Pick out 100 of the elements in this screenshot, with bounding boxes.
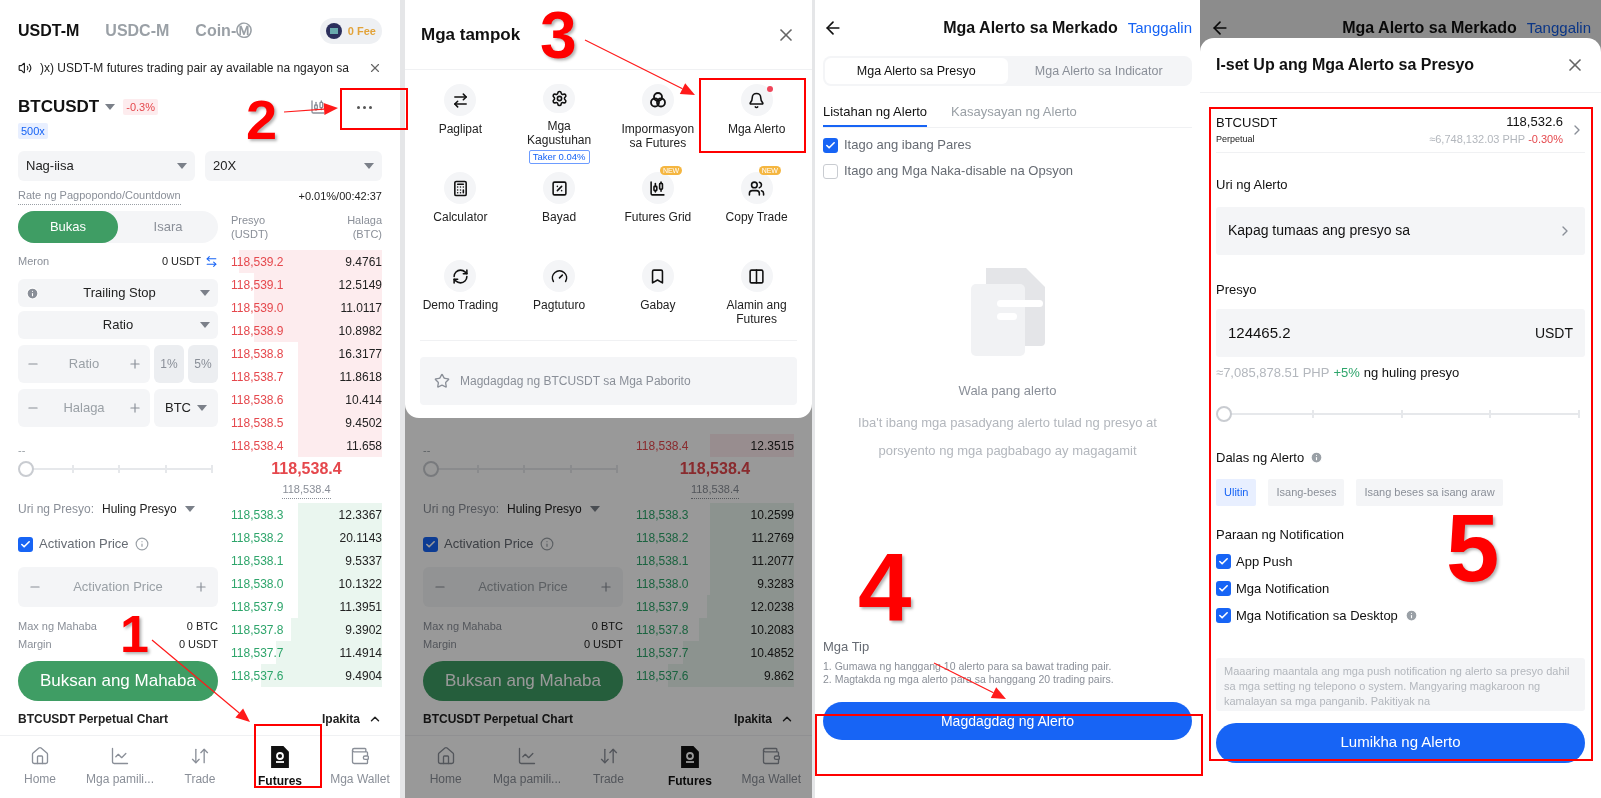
checkbox[interactable]	[1216, 608, 1231, 623]
activation-price-field[interactable]: Activation Price	[18, 567, 218, 607]
unit-label: USDT	[1534, 323, 1573, 343]
checkbox[interactable]	[1216, 554, 1231, 569]
amount-cell-text: 10.414	[345, 391, 382, 409]
checkbox[interactable]	[1216, 581, 1231, 596]
refresh-icon	[451, 267, 469, 285]
coin-icon	[325, 23, 342, 39]
amount-cell-text: 11.2077	[751, 552, 794, 570]
amount-cell-text: 9.5337	[345, 552, 382, 570]
frequency-option[interactable]: Ulitin	[1216, 479, 1257, 506]
activation-price-input[interactable]: Activation Price	[42, 577, 194, 597]
empty-title: Wala pang alerto	[957, 382, 1058, 400]
amount-cell-text: 11.4914	[339, 644, 382, 662]
slider-thumb[interactable]	[18, 461, 34, 477]
price-type-dropdown[interactable]: Huling Presyo	[507, 500, 600, 518]
pair-row[interactable]: BTCUSDT Perpetual 118,532.6 ≈6,748,132.03 PHP -0.30%	[1216, 113, 1585, 153]
field-label: Presyo	[1216, 280, 1258, 299]
step-number: 1	[120, 608, 149, 660]
field-label: Dalas ng Alerto	[1216, 448, 1305, 467]
checkbox[interactable]	[823, 137, 838, 153]
converted-price: ≈7,085,878.51 PHP	[1216, 364, 1330, 382]
margin-label: Margin	[423, 636, 457, 652]
create-alert-button[interactable]: Lumikha ng Alerto	[1216, 722, 1585, 763]
pair-symbol: BTCUSDT	[1216, 114, 1278, 132]
feature-item[interactable]: Pagtuturo	[509, 252, 609, 340]
check-icon	[1218, 583, 1229, 594]
step-number: 4	[858, 540, 912, 636]
tips-title: Mga Tip	[823, 637, 871, 656]
slider-thumb[interactable]	[423, 461, 439, 477]
price-field[interactable]: 124465.2 USDT	[1216, 309, 1585, 357]
list-tab[interactable]: Listahan ng Alerto	[823, 98, 928, 127]
amount-input[interactable]: Halaga	[40, 398, 128, 418]
check-icon	[1218, 556, 1229, 567]
amount-cell-text: 16.3177	[338, 345, 382, 363]
sheet-title: Mga tampok	[421, 23, 521, 46]
feature-item[interactable]: Mga Alerto	[707, 76, 806, 164]
feature-item[interactable]: Gabay	[608, 252, 708, 340]
caret-icon	[200, 322, 210, 328]
mode-dropdown[interactable]: Ratio	[18, 311, 218, 339]
nav-tab[interactable]: Futures	[240, 746, 320, 790]
check-icon	[425, 538, 436, 550]
amount-cell-text: 9.4761	[345, 253, 382, 271]
nav-tab[interactable]: Futures	[649, 746, 731, 790]
candlestick-icon[interactable]	[310, 99, 326, 115]
market-tab[interactable]: USDT-M	[18, 19, 80, 43]
segment-tab[interactable]: Mga Alerto sa Presyo	[825, 58, 1008, 84]
price-cell-text: 118,538.6	[231, 391, 284, 409]
order-type-dropdown[interactable]: Trailing Stop	[18, 279, 218, 307]
checkbox[interactable]	[18, 536, 33, 552]
slider-thumb[interactable]	[1216, 405, 1232, 422]
show-chart-toggle[interactable]: Ipakita	[734, 710, 794, 728]
alert-type-select[interactable]: Kapag tumaas ang presyo sa	[1216, 206, 1585, 255]
symbol-selector[interactable]: BTCUSDT	[18, 94, 116, 120]
feature-item[interactable]: Calculator	[411, 164, 510, 252]
amount-cell-text: 9.4904	[345, 667, 382, 685]
show-chart-toggle[interactable]: Ipakita	[322, 710, 382, 728]
caret-icon	[184, 506, 195, 512]
amount-cell-text: 12.3367	[338, 506, 382, 524]
feature-item[interactable]: Mga Kagustuhan Taker 0.04%	[509, 76, 609, 164]
feature-item[interactable]: Bayad	[509, 164, 609, 252]
price-cell-text: 118,538.0	[636, 575, 689, 593]
amount-cell-text: 12.0238	[750, 598, 794, 616]
add-alert-button[interactable]: Magdagdag ng Alerto	[823, 702, 1192, 740]
ratio-input[interactable]: Ratio	[40, 354, 128, 374]
pair-price: 118,532.6	[1506, 112, 1563, 131]
price-cell-text: 118,537.8	[636, 621, 689, 639]
bell-icon	[748, 91, 766, 109]
price-cell-text: 118,538.7	[231, 368, 284, 386]
check-icon	[20, 538, 31, 550]
amount-field[interactable]: Halaga	[18, 389, 150, 427]
price-cell-text: 118,538.3	[231, 506, 284, 524]
chart-title: BTCUSDT Perpetual Chart	[18, 711, 169, 728]
last-price: 118,538.4	[679, 459, 751, 479]
feature-item[interactable]: Impormasyon sa Futures	[608, 76, 708, 164]
amount-cell-text: 11.0117	[340, 299, 382, 317]
feature-item[interactable]: Paglipat	[411, 76, 510, 164]
price-cell-text: 118,539.2	[231, 253, 284, 271]
price-type-dropdown[interactable]: Huling Presyo	[102, 500, 195, 518]
unit-dropdown[interactable]: BTC	[154, 389, 218, 427]
ratio-field[interactable]: Ratio	[18, 345, 150, 383]
checkbox[interactable]	[823, 163, 838, 179]
delete-link[interactable]: Tanggalin	[1127, 16, 1192, 40]
close-icon[interactable]	[368, 61, 382, 75]
max-value: 0 BTC	[186, 618, 218, 634]
caret-icon	[200, 290, 210, 296]
percent-change: +5%	[1333, 364, 1360, 382]
price-input[interactable]: 124465.2	[1228, 321, 1535, 345]
amount-cell-text: 9.4502	[345, 414, 382, 432]
empty-description: Iba't ibang mga pasadyang alerto tulad ng presyo at porsyento ng mga pagbabago ay magagamit	[857, 413, 1158, 460]
price-cell-text: 118,538.4	[231, 437, 284, 455]
pair-change: -0.30%	[1528, 132, 1563, 147]
feature-item[interactable]: Demo Trading	[411, 252, 510, 340]
amount-cell-text: 11.2769	[751, 529, 794, 547]
checkbox[interactable]	[423, 536, 438, 552]
margin-mode-dropdown[interactable]: Nag-iisa	[18, 151, 195, 181]
transfer-icon[interactable]	[205, 254, 218, 268]
feature-item[interactable]: Alamin ang Futures	[707, 252, 806, 340]
leverage-dropdown[interactable]: 20X	[205, 151, 382, 181]
price-cell-text: 118,537.8	[231, 621, 284, 639]
